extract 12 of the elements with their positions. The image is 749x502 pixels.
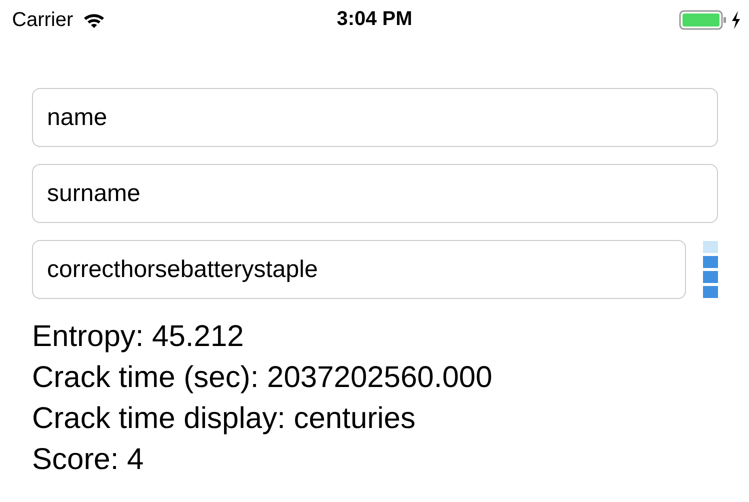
carrier-name: Carrier [12, 8, 74, 32]
result-text: Entropy: 45.212 [32, 319, 245, 355]
clock-time: 3:04 PM [336, 8, 412, 30]
password-field[interactable]: correcthorsebatterystaple [32, 240, 686, 299]
text-field[interactable]: surname [32, 164, 718, 223]
wifi-icon [83, 12, 106, 28]
battery-icon [679, 10, 727, 30]
result-text: Crack time display: centuries [32, 401, 416, 437]
text-field[interactable]: name [32, 88, 718, 147]
result-text: Score: 4 [32, 442, 145, 478]
charging-bolt-icon [731, 11, 741, 29]
result-text: Crack time (sec): 2037202560.000 [32, 360, 494, 396]
